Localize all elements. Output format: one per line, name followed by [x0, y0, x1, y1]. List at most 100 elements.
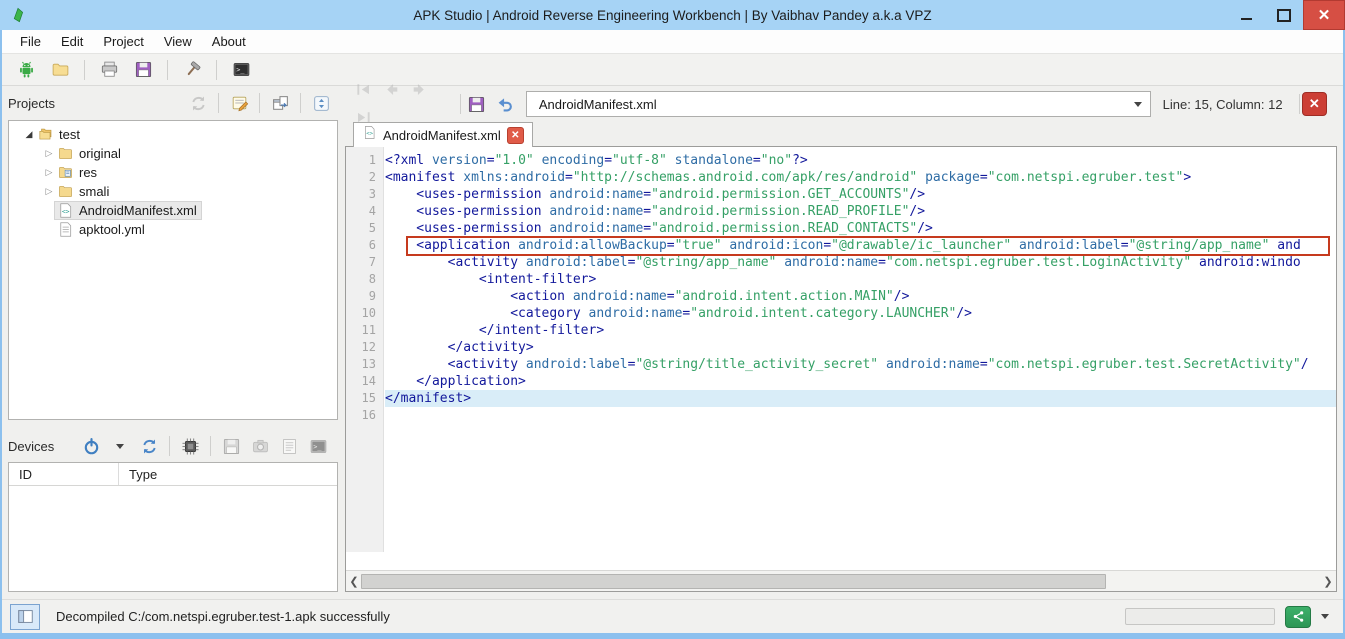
android-icon[interactable]: [14, 58, 38, 82]
code-line-15[interactable]: </manifest>: [385, 390, 1336, 407]
main-toolbar: >_: [2, 54, 1343, 86]
folder-icon: [57, 145, 76, 162]
code-line-5[interactable]: <uses-permission android:name="android.p…: [385, 220, 1336, 237]
chevron-down-icon[interactable]: [1321, 614, 1329, 619]
tree-item-label: AndroidManifest.xml: [79, 203, 197, 218]
line-number: 9: [346, 288, 383, 305]
nav-first-icon: [349, 77, 377, 103]
progress-bar: [1125, 608, 1275, 625]
minimize-button[interactable]: [1227, 0, 1265, 30]
tab-androidmanifest[interactable]: <> AndroidManifest.xml ✕: [353, 122, 533, 147]
window-border-bottom: [0, 633, 1345, 639]
code-line-16[interactable]: [385, 407, 1336, 424]
tab-label: AndroidManifest.xml: [383, 128, 501, 143]
tree-expand-icon[interactable]: ▷: [43, 167, 55, 178]
line-number: 1: [346, 152, 383, 169]
open-file-name: AndroidManifest.xml: [539, 97, 1128, 112]
nav-prev-icon: [377, 77, 405, 103]
devices-column-id[interactable]: ID: [9, 463, 119, 485]
window-controls: ✕: [1227, 0, 1345, 30]
menu-item-view[interactable]: View: [154, 34, 202, 49]
devices-column-type[interactable]: Type: [119, 463, 157, 485]
code-editor[interactable]: 12345678910111213141516 <?xml version="1…: [345, 146, 1337, 592]
xml-file-icon: <>: [362, 125, 377, 145]
toolbar-separator: [460, 94, 461, 114]
scroll-right-arrow-icon[interactable]: ❯: [1320, 575, 1336, 588]
menu-item-edit[interactable]: Edit: [51, 34, 93, 49]
tree-item-smali[interactable]: ▷ smali: [9, 182, 337, 201]
toolbar-separator: [167, 60, 168, 80]
tree-item-label: smali: [79, 184, 109, 199]
svg-text:<>: <>: [366, 131, 373, 137]
power-icon[interactable]: [80, 435, 102, 457]
maximize-icon: [1277, 9, 1291, 22]
menu-item-project[interactable]: Project: [93, 34, 153, 49]
line-number: 4: [346, 203, 383, 220]
save-file-icon[interactable]: [463, 91, 490, 117]
code-line-10[interactable]: <category android:name="android.intent.c…: [385, 305, 1336, 322]
code-line-1[interactable]: <?xml version="1.0" encoding="utf-8" sta…: [385, 152, 1336, 169]
tree-item-res[interactable]: ▷res: [9, 163, 337, 182]
share-button[interactable]: [1285, 606, 1311, 628]
scroll-left-arrow-icon[interactable]: ❮: [346, 575, 362, 588]
code-line-8[interactable]: <intent-filter>: [385, 271, 1336, 288]
tree-collapse-icon[interactable]: ◢: [23, 129, 35, 140]
build-hammer-icon[interactable]: [180, 58, 204, 82]
toggle-sidebar-button[interactable]: [10, 604, 40, 630]
tree-expand-icon[interactable]: ▷: [43, 186, 55, 197]
chip-icon[interactable]: [179, 435, 201, 457]
statusbar: Decompiled C:/com.netspi.egruber.test-1.…: [2, 599, 1343, 633]
projects-panel-header: Projects: [8, 88, 338, 118]
code-line-13[interactable]: <activity android:label="@string/title_a…: [385, 356, 1336, 373]
chevron-down-icon[interactable]: [1134, 102, 1142, 107]
tree-item-test[interactable]: ◢ test: [9, 125, 337, 144]
refresh-blue-icon[interactable]: [138, 435, 160, 457]
open-file-selector[interactable]: <> AndroidManifest.xml: [526, 91, 1151, 117]
tree-expand-icon[interactable]: ▷: [43, 148, 55, 159]
code-line-3[interactable]: <uses-permission android:name="android.p…: [385, 186, 1336, 203]
code-line-9[interactable]: <action android:name="android.intent.act…: [385, 288, 1336, 305]
projects-toolbar: [187, 92, 332, 114]
expand-collapse-icon[interactable]: [310, 92, 332, 114]
toolbar-separator: [259, 93, 260, 113]
undo-icon[interactable]: [491, 91, 518, 117]
code-line-4[interactable]: <uses-permission android:name="android.p…: [385, 203, 1336, 220]
tree-item-androidmanifest-xml[interactable]: <>AndroidManifest.xml: [9, 201, 337, 220]
open-folder-icon[interactable]: [48, 58, 72, 82]
code-line-2[interactable]: <manifest xmlns:android="http://schemas.…: [385, 169, 1336, 186]
tree-item-label: test: [59, 127, 80, 142]
install-icon: [220, 435, 242, 457]
tree-item-original[interactable]: ▷original: [9, 144, 337, 163]
horizontal-scrollbar[interactable]: ❮ ❯: [346, 570, 1336, 591]
tab-close-icon[interactable]: ✕: [507, 127, 524, 144]
line-number: 12: [346, 339, 383, 356]
close-button[interactable]: ✕: [1303, 0, 1345, 30]
svg-text:>_: >_: [313, 442, 322, 450]
printer-icon[interactable]: [97, 58, 121, 82]
detach-window-icon[interactable]: [269, 92, 291, 114]
project-folder-icon: [37, 126, 56, 143]
code-line-11[interactable]: </intent-filter>: [385, 322, 1336, 339]
menu-item-file[interactable]: File: [10, 34, 51, 49]
devices-table-header: ID Type: [9, 463, 337, 486]
code-line-12[interactable]: </activity>: [385, 339, 1336, 356]
scrollbar-thumb[interactable]: [361, 574, 1106, 589]
line-number: 16: [346, 407, 383, 424]
save-icon[interactable]: [131, 58, 155, 82]
code-line-7[interactable]: <activity android:label="@string/app_nam…: [385, 254, 1336, 271]
devices-toolbar: >_: [80, 435, 329, 457]
maximize-button[interactable]: [1265, 0, 1303, 30]
terminal-icon[interactable]: >_: [229, 58, 253, 82]
edit-notes-icon[interactable]: [228, 92, 250, 114]
tree-item-apktool-yml[interactable]: apktool.yml: [9, 220, 337, 239]
caret-down-icon[interactable]: [109, 435, 131, 457]
line-number: 15: [346, 390, 383, 407]
code-line-14[interactable]: </application>: [385, 373, 1336, 390]
highlight-box-line6: [406, 236, 1330, 256]
line-number: 5: [346, 220, 383, 237]
toolbar-separator: [218, 93, 219, 113]
close-file-button[interactable]: ✕: [1302, 92, 1327, 116]
toolbar-separator: [84, 60, 85, 80]
menu-item-about[interactable]: About: [202, 34, 256, 49]
devices-panel-title: Devices: [8, 439, 54, 454]
